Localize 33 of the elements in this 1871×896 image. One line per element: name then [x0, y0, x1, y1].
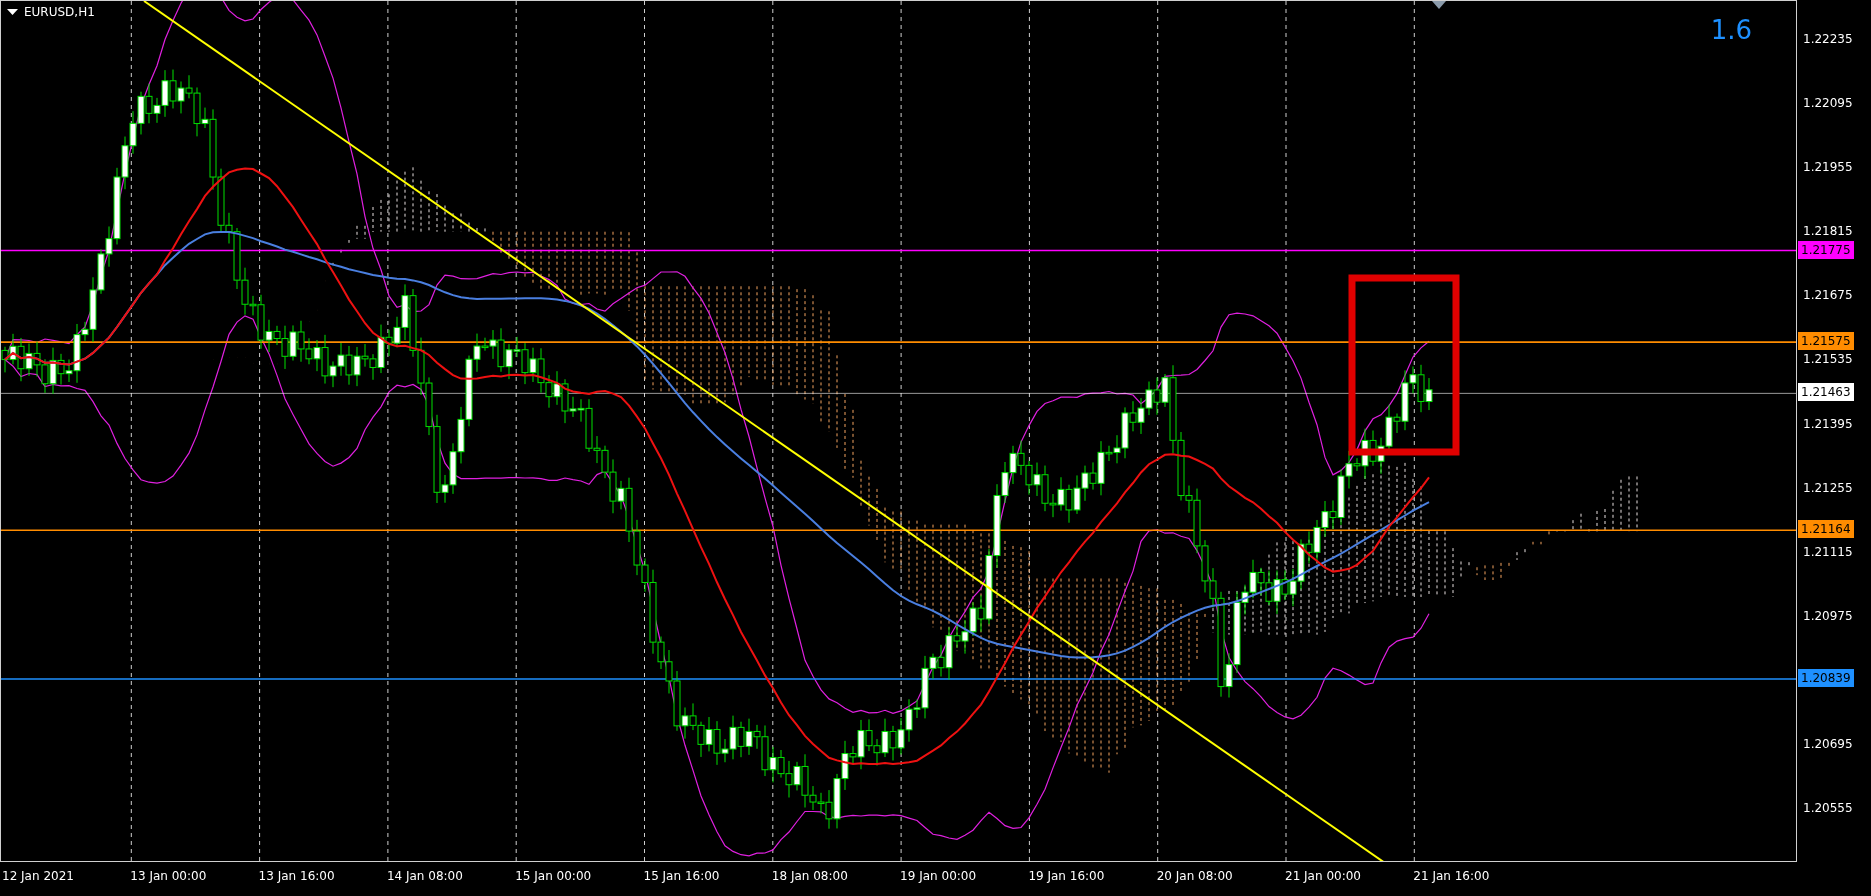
price-axis-label: 1.21115	[1803, 543, 1853, 560]
price-axis-label: 1.21395	[1803, 415, 1853, 432]
time-axis-label: 15 Jan 16:00	[643, 869, 720, 883]
price-level-tag: 1.21775	[1798, 240, 1854, 259]
price-axis-label: 1.20555	[1803, 800, 1853, 816]
price-axis-label: 1.21255	[1803, 479, 1853, 496]
price-level-tag: 1.21164	[1798, 520, 1854, 539]
time-axis-label: 13 Jan 00:00	[130, 869, 207, 883]
time-axis-label: 21 Jan 16:00	[1413, 869, 1490, 883]
time-axis-label: 19 Jan 00:00	[900, 869, 977, 883]
price-axis-label: 1.21535	[1803, 351, 1853, 368]
time-axis-label: 12 Jan 2021	[2, 869, 74, 883]
time-axis-label: 18 Jan 08:00	[771, 869, 848, 883]
price-axis-label: 1.20975	[1803, 607, 1853, 624]
time-axis-label: 20 Jan 08:00	[1156, 869, 1233, 883]
time-axis-label: 19 Jan 16:00	[1028, 869, 1105, 883]
time-axis-label: 14 Jan 08:00	[386, 869, 463, 883]
scroll-marker-icon[interactable]	[1432, 1, 1446, 9]
chart-symbol: EURUSD,H1	[24, 5, 95, 19]
price-level-tag: 1.21575	[1798, 332, 1854, 351]
price-level-tag: 1.20839	[1798, 669, 1854, 687]
time-axis-label: 13 Jan 16:00	[258, 869, 335, 883]
price-axis-label: 1.21955	[1803, 159, 1853, 176]
price-axis-label: 1.21815	[1803, 223, 1853, 240]
dropdown-icon[interactable]	[7, 8, 18, 16]
time-axis-label: 21 Jan 00:00	[1285, 869, 1361, 883]
price-axis-label: 1.21675	[1803, 287, 1853, 304]
price-axis-label: 1.22095	[1803, 95, 1853, 112]
indicator-value: 1.6	[1710, 15, 1752, 45]
price-axis-label: 1.20695	[1803, 735, 1853, 752]
price-level-tag: 1.21463	[1798, 383, 1854, 402]
price-axis-label: 1.22235	[1803, 31, 1853, 47]
time-axis-label: 15 Jan 00:00	[515, 869, 592, 883]
